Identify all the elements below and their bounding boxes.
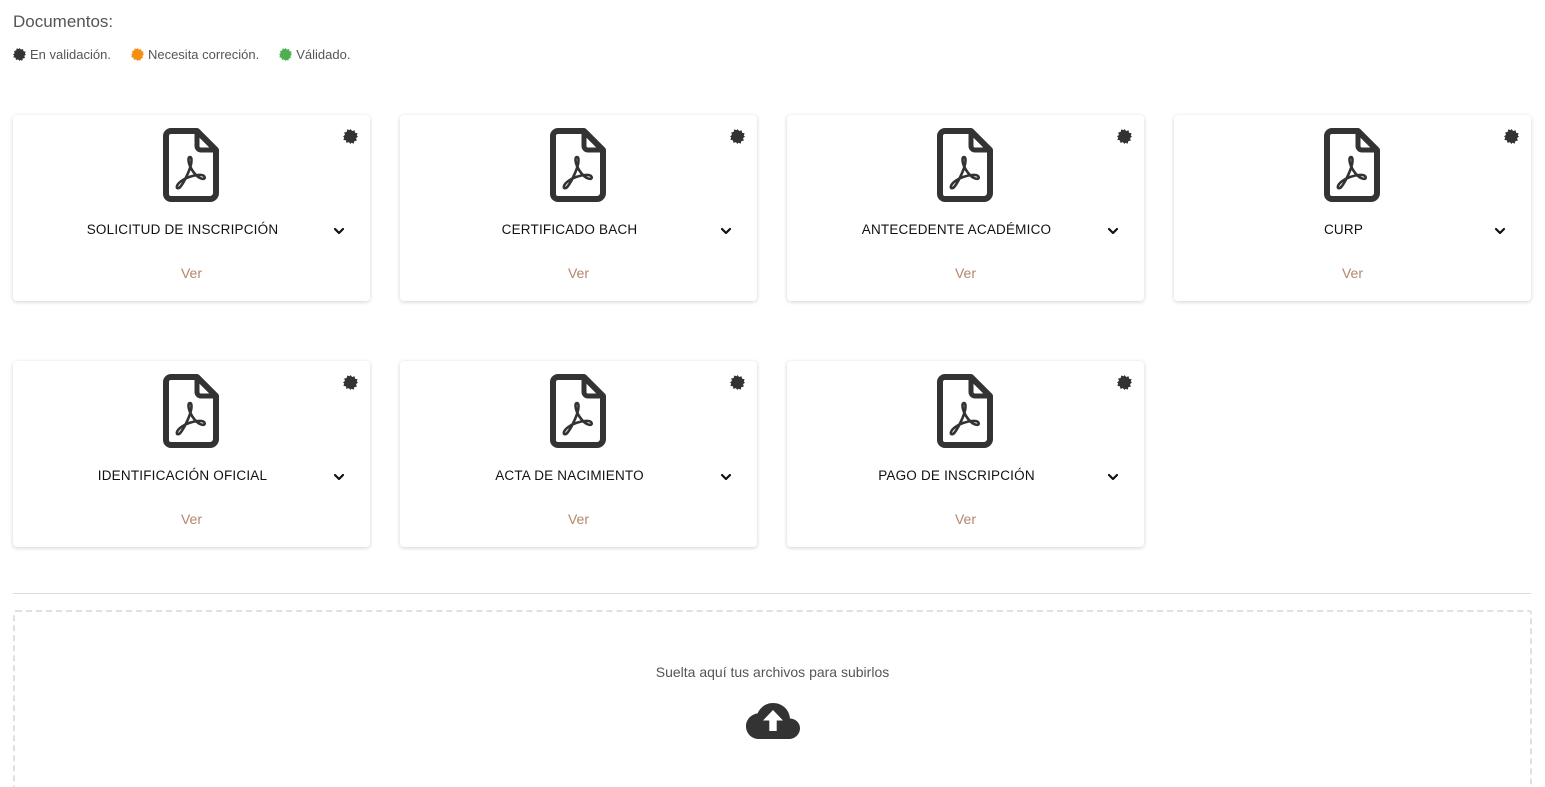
legend-label: Válidado.	[296, 47, 351, 62]
acrobat-mark	[562, 155, 594, 190]
chevron-shape	[720, 473, 732, 481]
chevron-down-icon[interactable]	[1106, 224, 1120, 238]
chevron-down-icon[interactable]	[1493, 224, 1507, 238]
document-title: CURP	[1323, 222, 1364, 237]
file-pdf-icon	[550, 374, 606, 448]
acrobat-mark	[562, 401, 594, 436]
status-badge-icon	[279, 48, 293, 61]
badge-shape	[13, 48, 26, 61]
chevron-shape	[1107, 473, 1119, 481]
badge-shape	[279, 48, 293, 61]
document-title: IDENTIFICACIÓN OFICIAL	[97, 468, 268, 483]
file-dropzone[interactable]: Suelta aquí tus archivos para subirlos	[13, 610, 1532, 787]
badge-shape	[1117, 375, 1132, 390]
status-badge-icon	[343, 375, 358, 390]
cloud-upload-icon[interactable]	[746, 702, 800, 742]
file-pdf-icon	[1324, 128, 1380, 202]
acrobat-mark	[175, 155, 207, 190]
view-link[interactable]: Ver	[13, 511, 370, 527]
file-pdf-icon	[163, 374, 219, 448]
badge-shape	[730, 129, 745, 144]
status-badge-icon	[130, 48, 144, 61]
document-card: ANTECEDENTE ACADÉMICO Ver	[787, 115, 1144, 301]
view-link[interactable]: Ver	[1174, 265, 1531, 281]
badge-shape	[1117, 129, 1132, 144]
status-badge-icon	[730, 375, 745, 390]
legend-item-validated: Válidado.	[279, 47, 350, 62]
document-grid: SOLICITUD DE INSCRIPCIÓN Ver CERTIFICADO B…	[13, 115, 1531, 547]
document-card: IDENTIFICACIÓN OFICIAL Ver	[13, 361, 370, 547]
chevron-shape	[720, 227, 732, 235]
status-badge-icon	[13, 48, 26, 61]
acrobat-mark	[1336, 155, 1368, 190]
chevron-shape	[333, 473, 345, 481]
chevron-shape	[1494, 227, 1506, 235]
legend-item-validating: En validación.	[13, 47, 111, 62]
status-badge-icon	[343, 129, 358, 144]
status-badge-icon	[730, 129, 745, 144]
document-card: ACTA DE NACIMIENTO Ver	[400, 361, 757, 547]
chevron-down-icon[interactable]	[719, 470, 733, 484]
document-card: PAGO DE INSCRIPCIÓN Ver	[787, 361, 1144, 547]
file-pdf-icon	[937, 374, 993, 448]
chevron-down-icon[interactable]	[332, 224, 346, 238]
view-link[interactable]: Ver	[787, 511, 1144, 527]
dropzone-text: Suelta aquí tus archivos para subirlos	[655, 664, 890, 680]
status-badge-icon	[1117, 129, 1132, 144]
status-legend: En validación. Necesita correción. Válid…	[13, 47, 370, 62]
badge-shape	[130, 48, 144, 61]
document-title: PAGO DE INSCRIPCIÓN	[878, 468, 1035, 483]
chevron-down-icon[interactable]	[1106, 470, 1120, 484]
chevron-down-icon[interactable]	[332, 470, 346, 484]
chevron-shape	[333, 227, 345, 235]
status-badge-icon	[1504, 129, 1519, 144]
acrobat-mark	[949, 401, 981, 436]
view-link[interactable]: Ver	[13, 265, 370, 281]
view-link[interactable]: Ver	[400, 511, 757, 527]
acrobat-mark	[949, 155, 981, 190]
legend-item-needs-correction: Necesita correción.	[130, 47, 260, 62]
legend-label: En validación.	[30, 47, 111, 62]
document-card: SOLICITUD DE INSCRIPCIÓN Ver	[13, 115, 370, 301]
page-title: Documentos:	[13, 12, 114, 31]
badge-shape	[730, 375, 745, 390]
acrobat-mark	[175, 401, 207, 436]
file-pdf-icon	[163, 128, 219, 202]
document-title: ACTA DE NACIMIENTO	[495, 468, 644, 483]
legend-label: Necesita correción.	[147, 47, 260, 62]
documents-page: Documentos: En validación. Necesita corr…	[0, 0, 1545, 787]
document-title: CERTIFICADO BACH	[501, 222, 638, 237]
section-divider	[13, 593, 1531, 594]
file-pdf-icon	[937, 128, 993, 202]
document-title: ANTECEDENTE ACADÉMICO	[861, 222, 1052, 237]
chevron-shape	[1107, 227, 1119, 235]
view-link[interactable]: Ver	[400, 265, 757, 281]
document-title: SOLICITUD DE INSCRIPCIÓN	[86, 222, 279, 237]
document-card: CURP Ver	[1174, 115, 1531, 301]
status-badge-icon	[1117, 375, 1132, 390]
badge-shape	[343, 129, 358, 144]
document-card: CERTIFICADO BACH Ver	[400, 115, 757, 301]
file-pdf-icon	[550, 128, 606, 202]
view-link[interactable]: Ver	[787, 265, 1144, 281]
badge-shape	[343, 375, 358, 390]
chevron-down-icon[interactable]	[719, 224, 733, 238]
badge-shape	[1504, 129, 1519, 144]
